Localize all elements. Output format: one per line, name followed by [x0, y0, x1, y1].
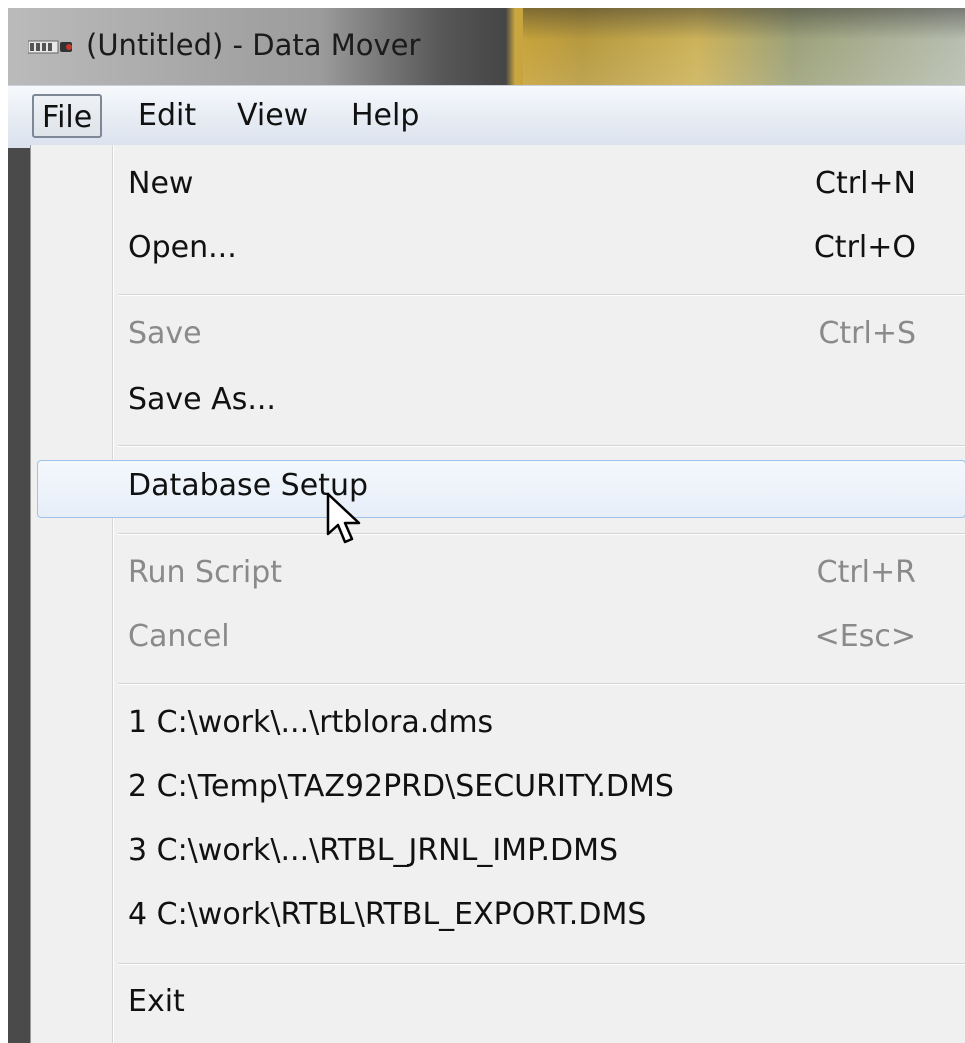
shortcut-label: Ctrl+O — [813, 230, 916, 265]
menu-item-label: Open... — [128, 230, 237, 265]
recent-file-item[interactable]: 4 C:\work\RTBL\RTBL_EXPORT.DMS — [31, 889, 965, 945]
menu-item-new[interactable]: New Ctrl+N — [31, 158, 965, 214]
recent-file-item[interactable]: 2 C:\Temp\TAZ92PRD\SECURITY.DMS — [31, 761, 965, 817]
app-icon[interactable] — [28, 38, 74, 56]
menu-item-label: Save As... — [128, 382, 276, 417]
menu-file[interactable]: File — [32, 94, 103, 138]
menu-item-label: Exit — [128, 984, 185, 1019]
menu-separator — [118, 445, 965, 447]
file-menu-dropdown: New Ctrl+N Open... Ctrl+O Save Ctrl+S Sa… — [30, 145, 965, 1043]
menu-item-run-script[interactable]: Run Script Ctrl+R — [31, 547, 965, 603]
menu-item-open[interactable]: Open... Ctrl+O — [31, 222, 965, 278]
menu-item-label: 4 C:\work\RTBL\RTBL_EXPORT.DMS — [128, 897, 647, 932]
menu-item-label: 2 C:\Temp\TAZ92PRD\SECURITY.DMS — [128, 769, 674, 804]
menu-item-save-as[interactable]: Save As... — [31, 374, 965, 430]
menu-item-label: Run Script — [128, 555, 283, 590]
recent-file-item[interactable]: 3 C:\work\...\RTBL_JRNL_IMP.DMS — [31, 825, 965, 881]
menu-item-label: New — [128, 166, 194, 201]
menu-item-database-setup[interactable]: Database Setup — [37, 460, 965, 518]
window-title: (Untitled) - Data Mover — [86, 28, 421, 62]
menu-item-label: 1 C:\work\...\rtblora.dms — [128, 705, 494, 740]
menu-item-label: 3 C:\work\...\RTBL_JRNL_IMP.DMS — [128, 833, 619, 868]
menu-separator — [118, 294, 965, 296]
menu-help[interactable]: Help — [343, 94, 427, 138]
shortcut-label: Ctrl+S — [818, 316, 916, 351]
menu-edit[interactable]: Edit — [130, 94, 204, 138]
menu-item-label: Cancel — [128, 619, 230, 654]
menu-separator — [118, 683, 965, 685]
menu-item-save[interactable]: Save Ctrl+S — [31, 308, 965, 364]
shortcut-label: Ctrl+N — [815, 166, 916, 201]
menu-bar: File Edit View Help — [8, 85, 965, 148]
title-bar[interactable]: (Untitled) - Data Mover — [8, 8, 965, 88]
menu-item-cancel[interactable]: Cancel <Esc> — [31, 611, 965, 667]
shortcut-label: <Esc> — [814, 619, 916, 654]
menu-item-label: Save — [128, 316, 202, 351]
menu-view[interactable]: View — [229, 94, 316, 138]
shortcut-label: Ctrl+R — [816, 555, 916, 590]
mouse-cursor-icon — [326, 492, 361, 544]
recent-file-item[interactable]: 1 C:\work\...\rtblora.dms — [31, 697, 965, 753]
menu-separator — [118, 533, 965, 535]
menu-item-exit[interactable]: Exit — [31, 976, 965, 1032]
menu-separator — [118, 963, 965, 965]
